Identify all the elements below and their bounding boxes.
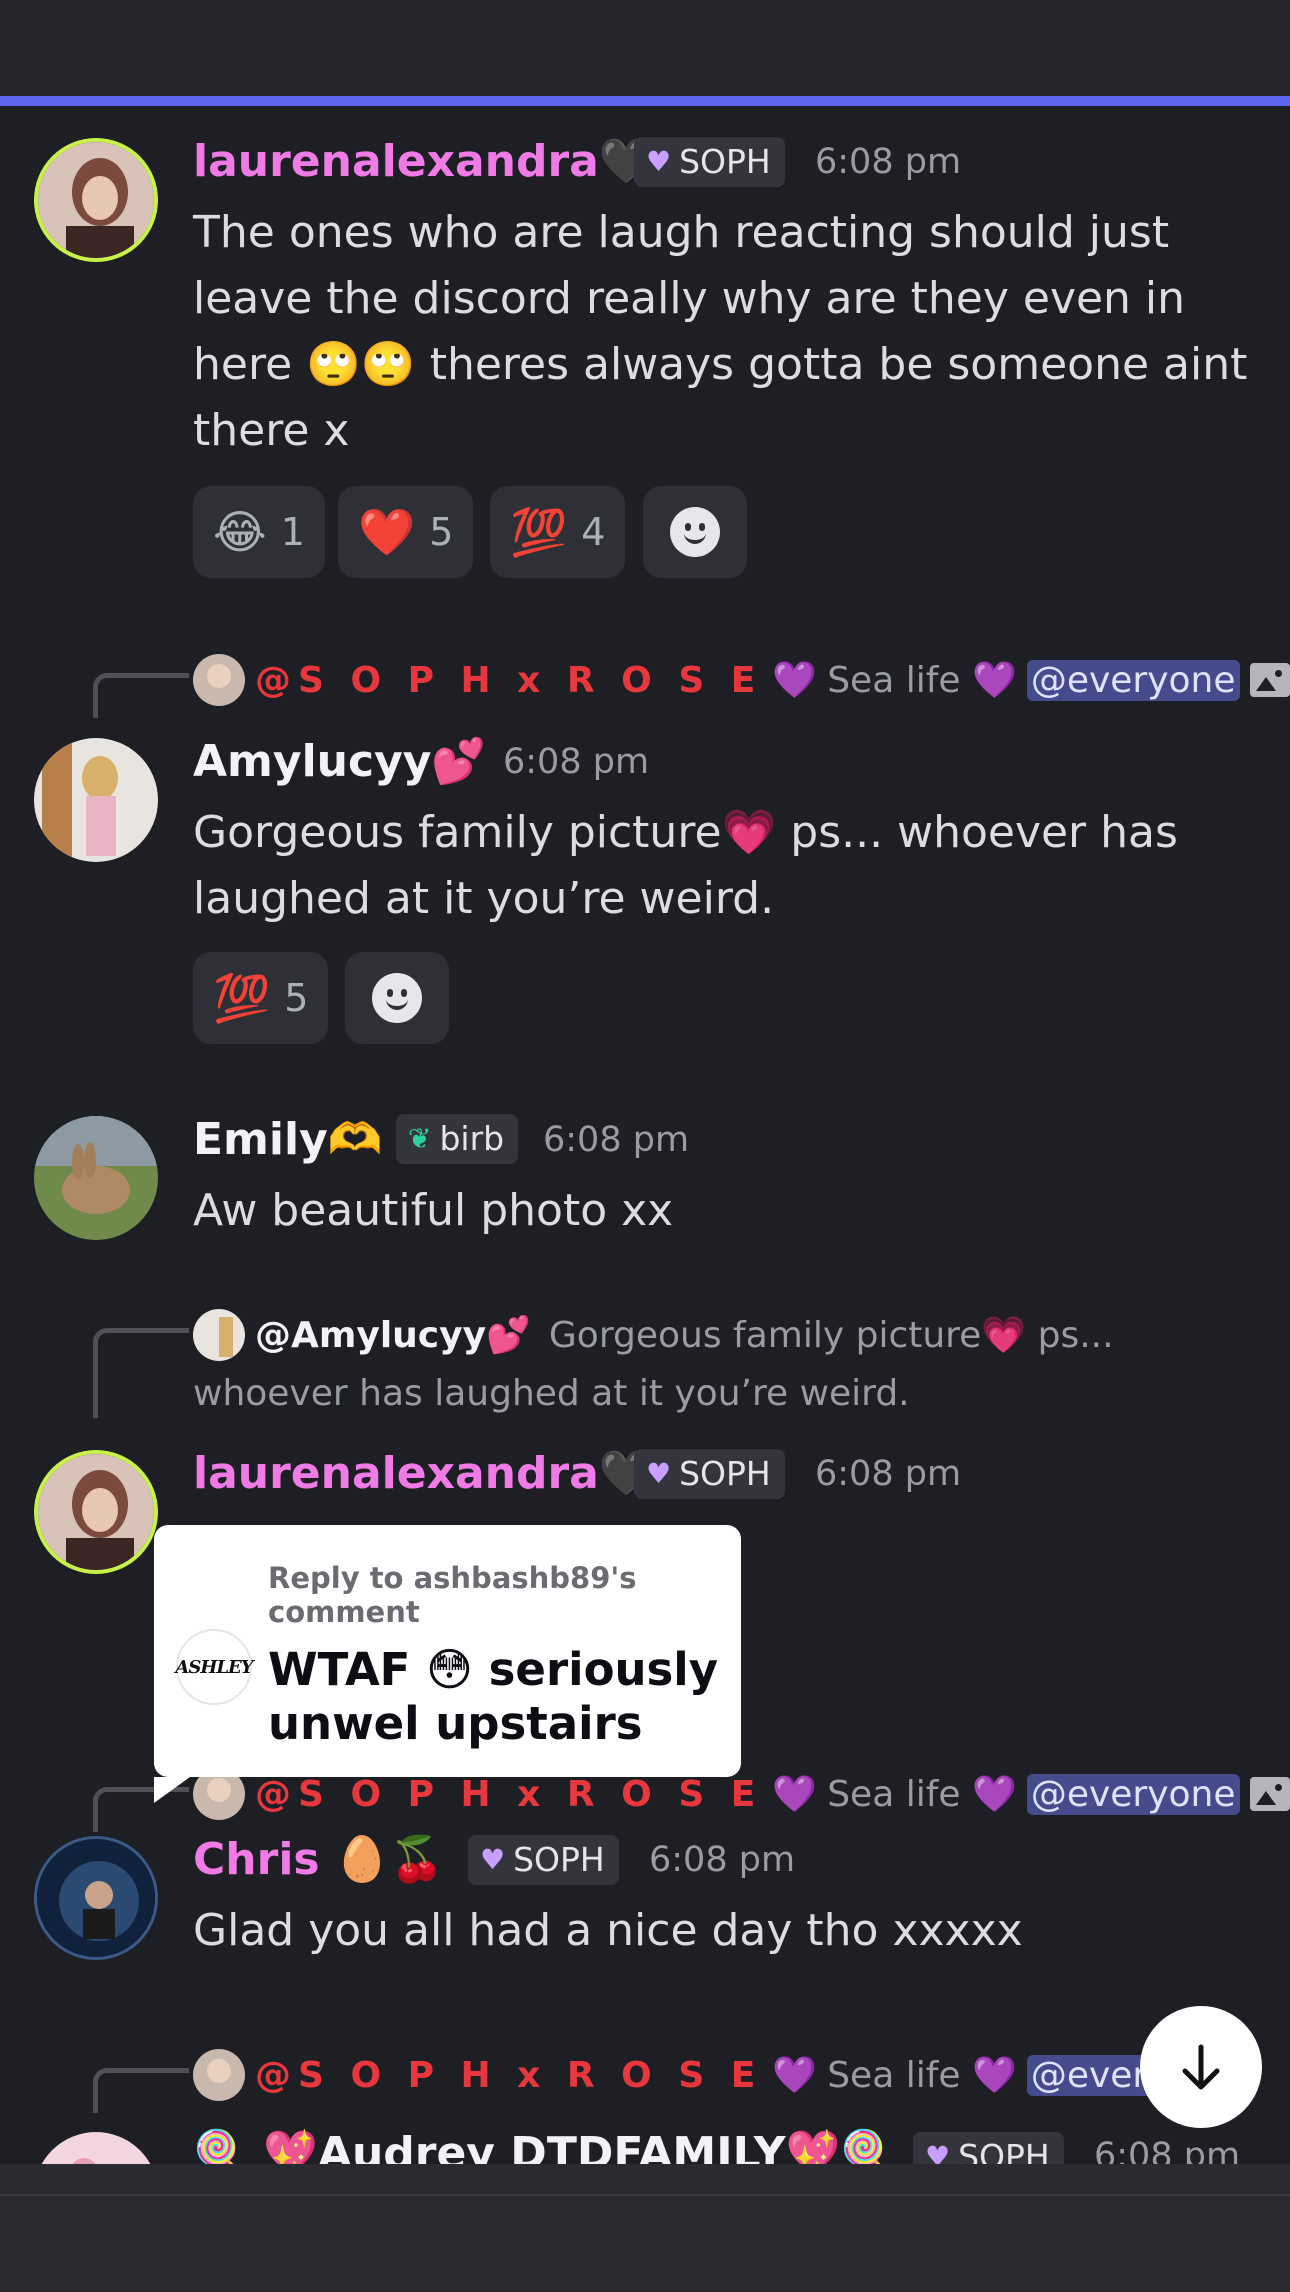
reply-connector: [93, 2068, 189, 2113]
top-accent-line: [0, 96, 1290, 106]
reply-preview[interactable]: @S O P H x R O S E 💜 Sea life 💜 @everyon…: [193, 652, 1290, 708]
timestamp: 6:08 pm: [649, 1840, 796, 1880]
bottom-bar: [0, 2164, 1290, 2292]
reply-comment-text: WTAF 😳 seriously unwel upstairs: [268, 1643, 719, 1750]
avatar: [193, 1309, 245, 1361]
role-badge[interactable]: ♥ SOPH: [634, 137, 785, 187]
author-name[interactable]: laurenalexandra🖤: [193, 134, 654, 190]
avatar[interactable]: [34, 738, 158, 862]
message-text: The ones who are laugh reacting should j…: [193, 207, 1248, 456]
reply-header: Reply to ashbashb89's comment: [268, 1561, 637, 1629]
author-name[interactable]: laurenalexandra🖤: [193, 1446, 654, 1502]
add-reaction-button[interactable]: [345, 952, 449, 1044]
author-name[interactable]: 🍭 💖Audrey DTDFAMILY💖🍭: [193, 2126, 895, 2164]
author-name[interactable]: Amylucyy💕: [193, 734, 486, 790]
reaction[interactable]: ❤️ 5: [338, 486, 474, 578]
reply-comment-sticker: ASHLEY Reply to ashbashb89's comment WTA…: [154, 1525, 741, 1803]
add-reaction-icon: [372, 973, 422, 1023]
reply-preview-text: whoever has laughed at it you’re weird.: [193, 1373, 910, 1414]
top-bar: [0, 0, 1290, 98]
timestamp: 6:08 pm: [815, 1454, 962, 1494]
heart-icon: ♥: [480, 1843, 506, 1876]
everyone-mention[interactable]: @everyone: [1026, 1773, 1240, 1815]
reaction[interactable]: 😂 1: [193, 486, 325, 578]
image-icon: [1249, 1777, 1290, 1811]
arrow-down-icon: [1182, 2044, 1220, 2090]
avatar[interactable]: [34, 1836, 158, 1960]
timestamp: 6:08 pm: [543, 1120, 690, 1160]
add-reaction-button[interactable]: [643, 486, 747, 578]
leaf-icon: ❦: [408, 1122, 432, 1155]
author-name[interactable]: Chris 🥚🍒: [193, 1832, 444, 1888]
heart-icon: ♥: [925, 2140, 951, 2164]
avatar[interactable]: [34, 1450, 158, 1574]
message-text: Gorgeous family picture💗 ps... whoever h…: [193, 807, 1178, 924]
role-badge[interactable]: ♥ SOPH: [468, 1835, 619, 1885]
scroll-to-bottom-button[interactable]: [1140, 2006, 1262, 2128]
image-icon: [1249, 663, 1290, 697]
role-badge[interactable]: ♥ SOPH: [634, 1449, 785, 1499]
reply-preview[interactable]: @S O P H x R O S E 💜 Sea life 💜 @everyon…: [193, 2047, 1240, 2103]
reaction[interactable]: 💯 5: [193, 952, 329, 1044]
commenter-avatar: ASHLEY: [175, 1629, 254, 1705]
timestamp: 6:08 pm: [815, 142, 962, 182]
add-reaction-icon: [670, 507, 720, 557]
author-name[interactable]: Emily🫶: [193, 1112, 383, 1168]
timestamp: 6:08 pm: [503, 742, 650, 782]
role-badge[interactable]: ♥ SOPH: [913, 2132, 1064, 2164]
reaction[interactable]: 💯 4: [490, 486, 626, 578]
message-text: Aw beautiful photo xx: [193, 1185, 674, 1236]
heart-icon: ♥: [646, 145, 672, 178]
reply-connector: [93, 1328, 189, 1418]
timestamp: 6:08 pm: [1094, 2136, 1241, 2164]
everyone-mention[interactable]: @everyone: [1026, 659, 1240, 701]
avatar: [193, 654, 245, 706]
message-feed[interactable]: laurenalexandra🖤 ♥ SOPH 6:08 pm The ones …: [0, 106, 1290, 2164]
reply-preview[interactable]: @Amylucyy💕 Gorgeous family picture💗 ps..…: [193, 1307, 1114, 1363]
avatar[interactable]: [34, 2132, 158, 2164]
message-text: Glad you all had a nice day tho xxxxx: [193, 1905, 1023, 1956]
role-badge[interactable]: ❦ birb: [396, 1114, 519, 1164]
heart-icon: ♥: [646, 1457, 672, 1490]
avatar[interactable]: [34, 138, 158, 262]
avatar[interactable]: [34, 1116, 158, 1240]
reply-connector: [93, 673, 189, 718]
avatar: [193, 2049, 245, 2101]
